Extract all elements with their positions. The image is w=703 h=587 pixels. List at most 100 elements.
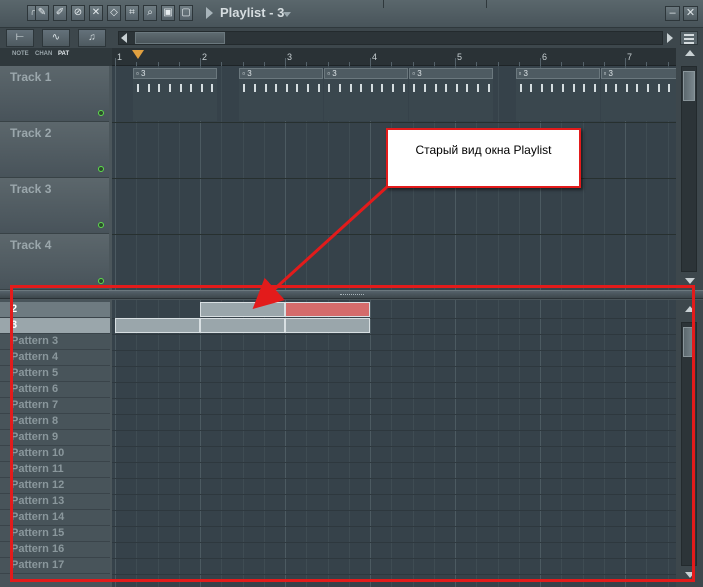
slip-tool-button[interactable]: ◇ xyxy=(107,5,121,21)
title-arrow-icon[interactable] xyxy=(206,7,213,19)
zoom-tool-button[interactable]: ⌕ xyxy=(143,5,157,21)
track-enabled-led-icon[interactable] xyxy=(98,222,104,228)
horizontal-scroll-thumb[interactable] xyxy=(135,32,225,44)
minimize-button[interactable]: – xyxy=(665,6,680,21)
mode-playlist-button[interactable]: ⊢ xyxy=(6,29,34,47)
clip-body[interactable] xyxy=(324,79,409,121)
pattern-clip[interactable]: ▫ 3 xyxy=(600,68,676,79)
track-header[interactable]: Track 1 xyxy=(0,66,109,122)
pattern-list-item[interactable]: Pattern 13 xyxy=(0,494,110,510)
pattern-list-item[interactable]: Pattern 7 xyxy=(0,398,110,414)
pattern-list-item[interactable]: Pattern 8 xyxy=(0,414,110,430)
note-step xyxy=(147,84,150,92)
mute-tool-button[interactable]: ✕ xyxy=(89,5,103,21)
ruler-bar-number: 6 xyxy=(542,52,548,62)
pattern-list-item[interactable]: Pattern 4 xyxy=(0,350,110,366)
grid-line xyxy=(412,300,414,587)
track-enabled-led-icon[interactable] xyxy=(98,278,104,284)
pattern-grid[interactable] xyxy=(112,300,676,587)
ruler-bar-number: 4 xyxy=(372,52,378,62)
note-step xyxy=(190,84,193,92)
pattern-block[interactable] xyxy=(285,318,370,333)
extra-tool-button[interactable]: ▢ xyxy=(179,5,193,21)
window-title[interactable]: Playlist - 3 xyxy=(220,5,284,20)
pattern-clip[interactable]: ▫ 3 xyxy=(515,68,600,79)
clip-body[interactable] xyxy=(409,79,494,121)
pattern-list-item[interactable]: Pattern 10 xyxy=(0,446,110,462)
pattern-list-item[interactable]: 2 xyxy=(0,302,110,318)
note-step xyxy=(657,84,660,92)
grid-line xyxy=(476,300,478,587)
grid-line xyxy=(370,300,371,587)
playlist-window: ∩ ✎ ✐ ⊘ ✕ ◇ ⌗ ⌕ ▣ ▢ Playlist - 3 – ✕ ⊢ ∿ ♫ NOTE CHA… xyxy=(0,0,703,587)
scroll-down-icon[interactable] xyxy=(685,572,695,578)
grid-line xyxy=(348,300,350,587)
delete-tool-button[interactable]: ⊘ xyxy=(71,5,85,21)
track-header[interactable]: Track 4 xyxy=(0,234,109,290)
pattern-list-item[interactable]: Pattern 15 xyxy=(0,526,110,542)
pattern-block[interactable] xyxy=(200,318,285,333)
clip-body[interactable] xyxy=(239,79,324,121)
draw-tool-button[interactable]: ✎ xyxy=(35,5,49,21)
track-enabled-led-icon[interactable] xyxy=(98,166,104,172)
lower-scroll-thumb[interactable] xyxy=(683,327,695,357)
upper-vertical-scrollbar[interactable] xyxy=(676,48,703,290)
menu-icon[interactable] xyxy=(680,31,698,45)
lower-scroll-track[interactable] xyxy=(681,322,697,566)
row-divider xyxy=(112,366,676,367)
mode-piano-button[interactable]: ♫ xyxy=(78,29,106,47)
grid-line xyxy=(497,300,499,587)
mode-automation-button[interactable]: ∿ xyxy=(42,29,70,47)
clip-body[interactable] xyxy=(515,79,600,121)
playback-tool-button[interactable]: ▣ xyxy=(161,5,175,21)
tab-pat[interactable]: PAT xyxy=(58,51,69,57)
tab-note[interactable]: NOTE xyxy=(12,51,29,57)
pattern-list-item[interactable]: Pattern 17 xyxy=(0,558,110,574)
pattern-clip[interactable]: ▫ 3 xyxy=(324,68,409,79)
playhead-marker-icon[interactable] xyxy=(132,50,144,59)
pattern-clip[interactable]: ▫ 3 xyxy=(133,68,217,79)
grid-line xyxy=(667,300,669,587)
scroll-right-icon[interactable] xyxy=(667,33,673,43)
upper-scroll-track[interactable] xyxy=(681,66,697,272)
select-tool-button[interactable]: ⌗ xyxy=(125,5,139,21)
upper-scroll-thumb[interactable] xyxy=(683,71,695,101)
note-step xyxy=(477,84,479,92)
pattern-clip[interactable]: ▫ 3 xyxy=(409,68,494,79)
lower-vertical-scrollbar[interactable] xyxy=(676,300,703,587)
pattern-list-item[interactable]: Pattern 6 xyxy=(0,382,110,398)
close-button[interactable]: ✕ xyxy=(683,6,698,21)
timeline-ruler[interactable]: 1 2 3 4 5 6 7 xyxy=(112,48,690,66)
note-step xyxy=(392,84,394,92)
title-dropdown-icon[interactable] xyxy=(283,12,291,17)
horizontal-scrollbar[interactable] xyxy=(118,31,663,45)
pane-splitter[interactable] xyxy=(0,290,703,299)
splitter-grip-icon[interactable] xyxy=(340,294,364,296)
ruler-bar-number: 5 xyxy=(457,52,463,62)
pattern-clip[interactable]: ▫ 3 xyxy=(239,68,324,79)
track-header[interactable]: Track 3 xyxy=(0,178,109,234)
pattern-list-item[interactable]: Pattern 3 xyxy=(0,334,110,350)
pattern-list-item[interactable]: Pattern 5 xyxy=(0,366,110,382)
grid-line xyxy=(115,300,116,587)
callout-text: Старый вид окна Playlist xyxy=(415,143,552,157)
track-header[interactable]: Track 2 xyxy=(0,122,109,178)
scroll-down-icon[interactable] xyxy=(685,278,695,284)
scroll-up-icon[interactable] xyxy=(685,306,695,312)
pattern-list-item[interactable]: Pattern 16 xyxy=(0,542,110,558)
pattern-list-item[interactable]: 3 xyxy=(0,318,110,334)
track-enabled-led-icon[interactable] xyxy=(98,110,104,116)
scroll-left-icon[interactable] xyxy=(121,33,127,43)
pattern-block[interactable] xyxy=(115,318,200,333)
paint-tool-button[interactable]: ✐ xyxy=(53,5,67,21)
pattern-list-item[interactable]: Pattern 11 xyxy=(0,462,110,478)
pattern-list-item[interactable]: Pattern 12 xyxy=(0,478,110,494)
pattern-block[interactable] xyxy=(285,302,370,317)
scroll-up-icon[interactable] xyxy=(685,50,695,56)
clip-body[interactable] xyxy=(133,79,217,121)
pattern-list-item[interactable]: Pattern 9 xyxy=(0,430,110,446)
tab-chan[interactable]: CHAN xyxy=(35,51,52,57)
pattern-block[interactable] xyxy=(200,302,285,317)
pattern-list-item[interactable]: Pattern 14 xyxy=(0,510,110,526)
note-step xyxy=(572,84,575,92)
